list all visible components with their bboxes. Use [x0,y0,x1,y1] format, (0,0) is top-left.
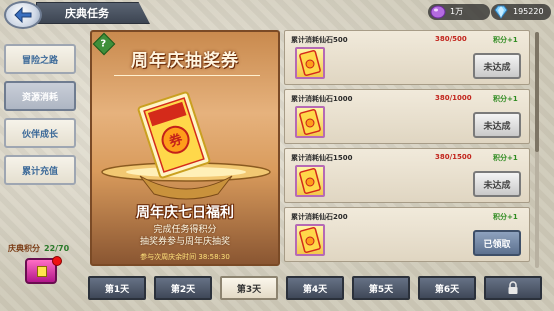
not-completed-button[interactable]: 未达成 [473,112,521,138]
back-arrow-icon [14,7,32,23]
task-name: 累计消耗仙石1500 [291,154,353,162]
ticket-icon [299,50,321,76]
task-progress: 380/500 [435,35,467,43]
not-completed-button[interactable]: 未达成 [473,171,521,197]
ticket-item-icon[interactable] [295,224,325,256]
list-item: 累计消耗仙石500 380/500 积分+1 未达成 [284,30,530,85]
lock-icon [508,281,518,294]
event-banner: ? 周年庆抽奖券 券 周年庆七日福利 完成任务得积分 抽奖券参与周年庆抽奖 参与… [90,30,280,266]
tab-day-4[interactable]: 第4天 [286,276,344,300]
tab-day-6[interactable]: 第6天 [418,276,476,300]
page-title: 庆典任务 [36,2,150,24]
points-title: 庆典积分 [8,244,40,253]
sidebar-item-recharge[interactable]: 累计充值 [4,155,76,185]
claimed-button[interactable]: 已领取 [473,230,521,256]
sidebar: 冒险之路 资源消耗 伙伴成长 累计充值 [4,44,76,192]
diamond-icon [494,5,508,19]
banner-description: 完成任务得积分 抽奖券参与周年庆抽奖 [92,224,278,248]
task-list: 累计消耗仙石500 380/500 积分+1 未达成 累计消耗仙石1000 38… [284,30,530,266]
tab-day-1[interactable]: 第1天 [88,276,146,300]
points-label: 庆典积分 22/70 [8,243,69,254]
sidebar-item-label: 伙伴成长 [21,129,58,140]
sidebar-item-adventure[interactable]: 冒险之路 [4,44,76,74]
sidebar-item-partner[interactable]: 伙伴成长 [4,118,76,148]
banner-title: 周年庆抽奖券 [131,51,239,71]
task-reward: 积分+1 [493,154,518,162]
sidebar-item-label: 冒险之路 [21,55,58,66]
banner-desc-line: 完成任务得积分 [153,225,217,235]
scroll-thumb[interactable] [535,32,539,152]
not-completed-button[interactable]: 未达成 [473,53,521,79]
task-progress: 380/1500 [435,153,472,161]
back-button[interactable] [4,1,42,29]
ticket-item-icon[interactable] [295,106,325,138]
list-item: 累计消耗仙石1500 380/1500 积分+1 未达成 [284,148,530,203]
diamond-value: 195220 [513,7,544,16]
tab-day-5[interactable]: 第5天 [352,276,410,300]
sidebar-item-resource[interactable]: 资源消耗 [4,81,76,111]
list-item: 累计消耗仙石1000 380/1000 积分+1 未达成 [284,89,530,144]
notification-badge [52,256,62,266]
ticket-icon [299,168,321,194]
scrollbar[interactable] [535,32,539,268]
banner-desc-line: 抽奖券参与周年庆抽奖 [139,237,230,247]
ticket-icon [299,227,321,253]
purple-gem-counter[interactable]: 1万 [428,4,490,20]
banner-subtitle: 周年庆七日福利 [136,205,234,221]
task-reward: 积分+1 [493,95,518,103]
top-bar: 庆典任务 1万 195220 [0,0,554,29]
purple-gem-value: 1万 [450,7,464,16]
task-reward: 积分+1 [493,213,518,221]
sidebar-item-label: 累计充值 [21,166,58,177]
purple-gem-icon [430,5,446,19]
list-item: 累计消耗仙石200 积分+1 已领取 [284,207,530,262]
points-count: 22/70 [44,244,70,253]
task-name: 累计消耗仙石500 [291,36,348,44]
divider [114,75,260,76]
tab-day-2[interactable]: 第2天 [154,276,212,300]
tab-day-7-locked[interactable] [484,276,542,300]
sidebar-item-label: 资源消耗 [21,92,58,103]
ticket-item-icon[interactable] [295,47,325,79]
ticket-item-icon[interactable] [295,165,325,197]
diamond-counter[interactable]: 195220 [491,4,551,20]
task-name: 累计消耗仙石200 [291,213,348,221]
day-tabs: 第1天 第2天 第3天 第4天 第5天 第6天 [88,276,550,300]
task-progress: 380/1000 [435,94,472,102]
tab-day-3[interactable]: 第3天 [220,276,278,300]
countdown-timer: 参与次周庆余时间 38:58:30 [140,253,230,261]
task-name: 累计消耗仙石1000 [291,95,353,103]
ticket-icon [299,109,321,135]
task-reward: 积分+1 [493,36,518,44]
